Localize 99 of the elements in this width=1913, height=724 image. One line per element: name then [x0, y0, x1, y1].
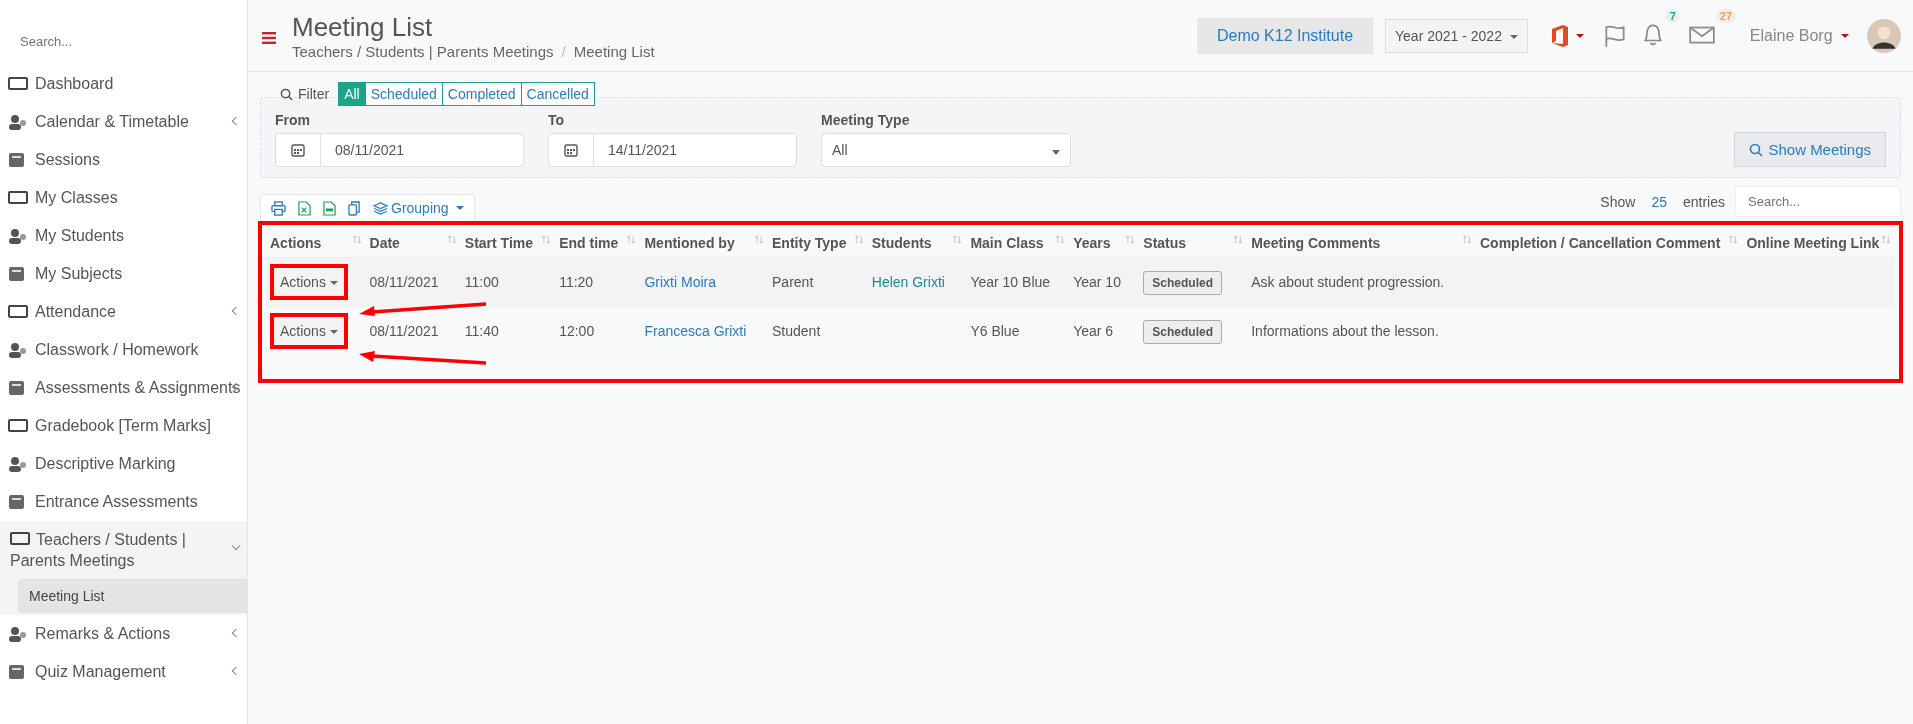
column-header[interactable]: Students — [867, 229, 967, 258]
field-label: To — [548, 112, 566, 128]
menu-item-icon — [8, 342, 28, 358]
calendar-icon[interactable] — [291, 143, 305, 157]
sidebar-item[interactable]: Gradebook [Term Marks] — [0, 407, 247, 445]
sidebar-item[interactable]: Assessments & Assignments — [0, 369, 247, 407]
sidebar-item[interactable]: Quiz Management — [0, 653, 247, 691]
table-cell: Year 6 — [1073, 323, 1114, 339]
column-header[interactable]: End time — [555, 229, 641, 258]
table-cell: Informations about the lesson. — [1251, 323, 1439, 339]
table-cell: Student — [772, 323, 821, 339]
table-cell: Y6 Blue — [970, 323, 1020, 339]
sidebar-item[interactable]: Calendar & Timetable — [0, 103, 247, 141]
table-cell[interactable]: Grixti Moira — [644, 274, 716, 290]
sidebar-item[interactable]: Attendance — [0, 293, 247, 331]
menu-item-icon — [8, 304, 28, 320]
menu-item-icon — [8, 626, 28, 642]
menu-item-icon — [8, 190, 28, 206]
sidebar-item[interactable]: Entrance Assessments — [0, 483, 247, 521]
show-meetings-button[interactable]: Show Meetings — [1734, 132, 1886, 167]
status-badge: Scheduled — [1143, 271, 1222, 295]
date-field[interactable]: 14/11/2021 — [593, 133, 797, 167]
table-cell: 11:20 — [559, 274, 594, 290]
table-cell[interactable]: Helen Grixti — [871, 274, 945, 290]
table-search-field[interactable]: Search... — [1735, 186, 1901, 217]
column-header[interactable]: Meeting Comments — [1247, 229, 1476, 258]
menu-item-icon — [8, 114, 28, 130]
table-cell: Year 10 — [1073, 274, 1121, 290]
column-header[interactable]: Actions — [266, 229, 366, 258]
csv-file-icon[interactable] — [323, 200, 336, 216]
notification-count: 7 — [1665, 8, 1680, 23]
breadcrumb-item[interactable]: Teachers / Students | Parents Meetings — [292, 43, 554, 60]
column-header[interactable]: Completion / Cancellation Comment — [1476, 229, 1743, 258]
table-cell: 11:40 — [464, 323, 499, 339]
printer-icon[interactable] — [271, 200, 286, 216]
copy-icon[interactable] — [348, 200, 361, 216]
sidebar-item[interactable]: My Subjects — [0, 255, 247, 293]
breadcrumb-separator: / — [561, 43, 566, 60]
calendar-button[interactable] — [275, 133, 320, 167]
date-field[interactable]: 08/11/2021 — [320, 133, 524, 167]
column-header[interactable]: Main Class — [966, 229, 1070, 258]
calendar-button[interactable] — [548, 133, 593, 167]
actions-dropdown[interactable]: Actions — [270, 313, 348, 349]
column-header[interactable]: Status — [1139, 229, 1248, 258]
sidebar-item[interactable]: Remarks & Actions — [0, 615, 247, 653]
sidebar-item[interactable]: Classwork / Homework — [0, 331, 247, 369]
sidebar-item[interactable]: My Classes — [0, 179, 247, 217]
menu-item-icon — [10, 531, 30, 547]
field-label: From — [275, 112, 311, 128]
grouping-dropdown[interactable]: Grouping — [373, 200, 464, 216]
entries-label: entries — [1682, 193, 1725, 210]
page-title: Meeting List — [292, 11, 434, 43]
year-dropdown[interactable]: Year 2021 - 2022 — [1385, 18, 1528, 53]
search-icon — [1749, 142, 1764, 157]
show-label: Show — [1600, 193, 1636, 210]
table-cell: 08/11/2021 — [369, 323, 439, 339]
spreadsheet-file-icon[interactable] — [298, 200, 311, 216]
layers-icon — [373, 201, 388, 215]
calendar-icon[interactable] — [564, 143, 578, 157]
institute-button[interactable]: Demo K12 Institute — [1196, 17, 1374, 54]
filter-label: Filter — [298, 86, 330, 102]
status-badge: Scheduled — [1143, 320, 1222, 344]
message-count: 27 — [1715, 8, 1737, 23]
menu-item-icon — [8, 418, 28, 434]
menu-item-icon — [8, 76, 28, 92]
actions-dropdown[interactable]: Actions — [270, 264, 348, 300]
menu-item-icon — [8, 456, 28, 472]
sidebar-item[interactable]: Dashboard — [0, 65, 247, 103]
filter-tab[interactable]: Cancelled — [520, 83, 594, 105]
search-icon — [280, 87, 293, 101]
sidebar-item[interactable]: Sessions — [0, 141, 247, 179]
table-cell[interactable]: Francesca Grixti — [644, 323, 747, 339]
column-header[interactable]: Entity Type — [768, 229, 868, 258]
table-cell: 08/11/2021 — [369, 274, 439, 290]
filter-tab[interactable]: Scheduled — [364, 83, 442, 105]
column-header[interactable]: Date — [365, 229, 461, 258]
page-size-select[interactable]: 25 — [1651, 193, 1667, 210]
sidebar-item[interactable]: Descriptive Marking — [0, 445, 247, 483]
avatar-icon[interactable] — [1867, 18, 1901, 53]
column-header[interactable]: Mentioned by — [640, 229, 769, 258]
table-cell: Ask about student progression. — [1251, 274, 1445, 290]
sidebar-subitem[interactable]: Meeting List — [18, 579, 247, 613]
table-cell: Parent — [772, 274, 814, 290]
column-header[interactable]: Years — [1069, 229, 1140, 258]
filter-tab[interactable]: Completed — [441, 83, 521, 105]
table-cell: Year 10 Blue — [970, 274, 1051, 290]
sidebar-item[interactable]: Teachers / Students | Parents Meetings — [0, 521, 247, 579]
menu-item-icon — [8, 228, 28, 244]
column-header[interactable]: Start Time — [460, 229, 556, 258]
column-header[interactable]: Online Meeting Link — [1742, 229, 1895, 258]
sidebar-item[interactable]: My Students — [0, 217, 247, 255]
breadcrumb-item: Meeting List — [573, 43, 655, 60]
user-menu[interactable]: Elaine Borg — [1743, 25, 1855, 46]
table-cell: 11:00 — [464, 274, 499, 290]
table-cell: 12:00 — [559, 323, 595, 339]
meeting-type-select[interactable]: All — [821, 133, 1071, 167]
menu-icon[interactable] — [262, 31, 276, 44]
field-label: Meeting Type — [821, 112, 911, 128]
office-menu[interactable] — [1549, 23, 1584, 48]
